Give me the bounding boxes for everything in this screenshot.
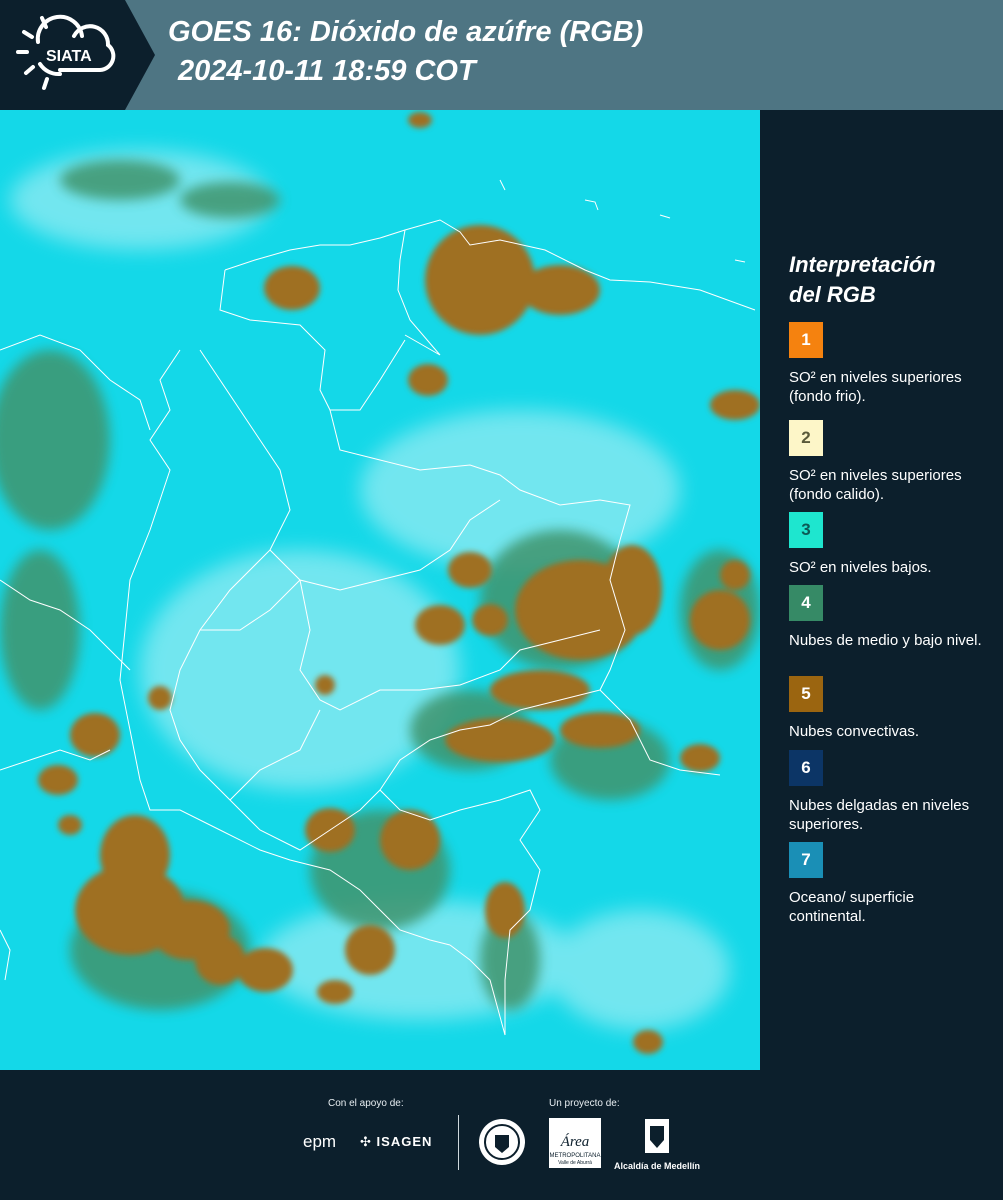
- legend-title: Interpretación del RGB: [789, 250, 989, 310]
- alcaldia-medellin-logo: Alcaldía de Medellín: [612, 1118, 702, 1171]
- legend-item-1: 1 SO² en niveles superiores (fondo frio)…: [789, 322, 989, 406]
- legend-label: SO² en niveles superiores (fondo calido)…: [789, 467, 962, 503]
- isagen-icon: ✣: [360, 1134, 372, 1149]
- legend-swatch: 4: [789, 585, 823, 621]
- siata-logo: SIATA: [0, 0, 155, 110]
- legend-swatch: 2: [789, 420, 823, 456]
- header-bar: SIATA GOES 16: Dióxido de azúfre (RGB) 2…: [0, 0, 1003, 110]
- isagen-text: ISAGEN: [376, 1134, 433, 1149]
- legend-item-4: 4 Nubes de medio y bajo nivel.: [789, 585, 989, 650]
- siata-logo-text: SIATA: [46, 48, 92, 65]
- legend-label: Nubes de medio y bajo nivel.: [789, 632, 982, 649]
- amva-logo-word: Área: [560, 1133, 590, 1150]
- legend-item-7: 7 Oceano/ superficie continental.: [789, 842, 989, 926]
- epm-logo: epm: [303, 1132, 337, 1151]
- medellin-seal-icon: [479, 1119, 525, 1165]
- legend-title-line1: Interpretación: [789, 252, 936, 277]
- legend-swatch: 3: [789, 512, 823, 548]
- legend-swatch: 7: [789, 842, 823, 878]
- support-caption: Con el apoyo de:: [328, 1098, 404, 1109]
- legend-item-5: 5 Nubes convectivas.: [789, 676, 989, 741]
- footer-bar: Con el apoyo de: Un proyecto de: epm ✣ I…: [0, 1070, 1003, 1200]
- legend-item-3: 3 SO² en niveles bajos.: [789, 512, 989, 577]
- page-timestamp: 2024-10-11 18:59 COT: [178, 55, 476, 87]
- alcaldia-shield-icon: [645, 1119, 669, 1153]
- legend-swatch: 6: [789, 750, 823, 786]
- legend-swatch: 1: [789, 322, 823, 358]
- legend-label: SO² en niveles superiores (fondo frio).: [789, 369, 962, 405]
- page-title: GOES 16: Dióxido de azúfre (RGB): [168, 16, 644, 48]
- legend-item-2: 2 SO² en niveles superiores (fondo calid…: [789, 420, 989, 504]
- legend-item-6: 6 Nubes delgadas en niveles superiores.: [789, 750, 989, 834]
- alcaldia-text: Alcaldía de Medellín: [613, 1161, 701, 1171]
- legend-label: Nubes convectivas.: [789, 723, 920, 740]
- legend-panel: Interpretación del RGB 1 SO² en niveles …: [760, 110, 1003, 1070]
- legend-swatch: 5: [789, 676, 823, 712]
- project-caption: Un proyecto de:: [549, 1098, 620, 1109]
- area-metropolitana-logo: Área METROPOLITANA Valle de Aburrá: [549, 1118, 601, 1173]
- amva-logo-line3: Valle de Aburrá: [558, 1160, 592, 1166]
- legend-label: Oceano/ superficie continental.: [789, 889, 915, 925]
- satellite-map: [0, 110, 760, 1070]
- amva-logo-line2: METROPOLITANA: [550, 1153, 601, 1159]
- footer-divider: [458, 1115, 459, 1170]
- legend-label: SO² en niveles bajos.: [789, 559, 932, 576]
- legend-title-line2: del RGB: [789, 282, 876, 307]
- isagen-logo: ✣ ISAGEN: [360, 1134, 432, 1150]
- legend-label: Nubes delgadas en niveles superiores.: [789, 797, 970, 833]
